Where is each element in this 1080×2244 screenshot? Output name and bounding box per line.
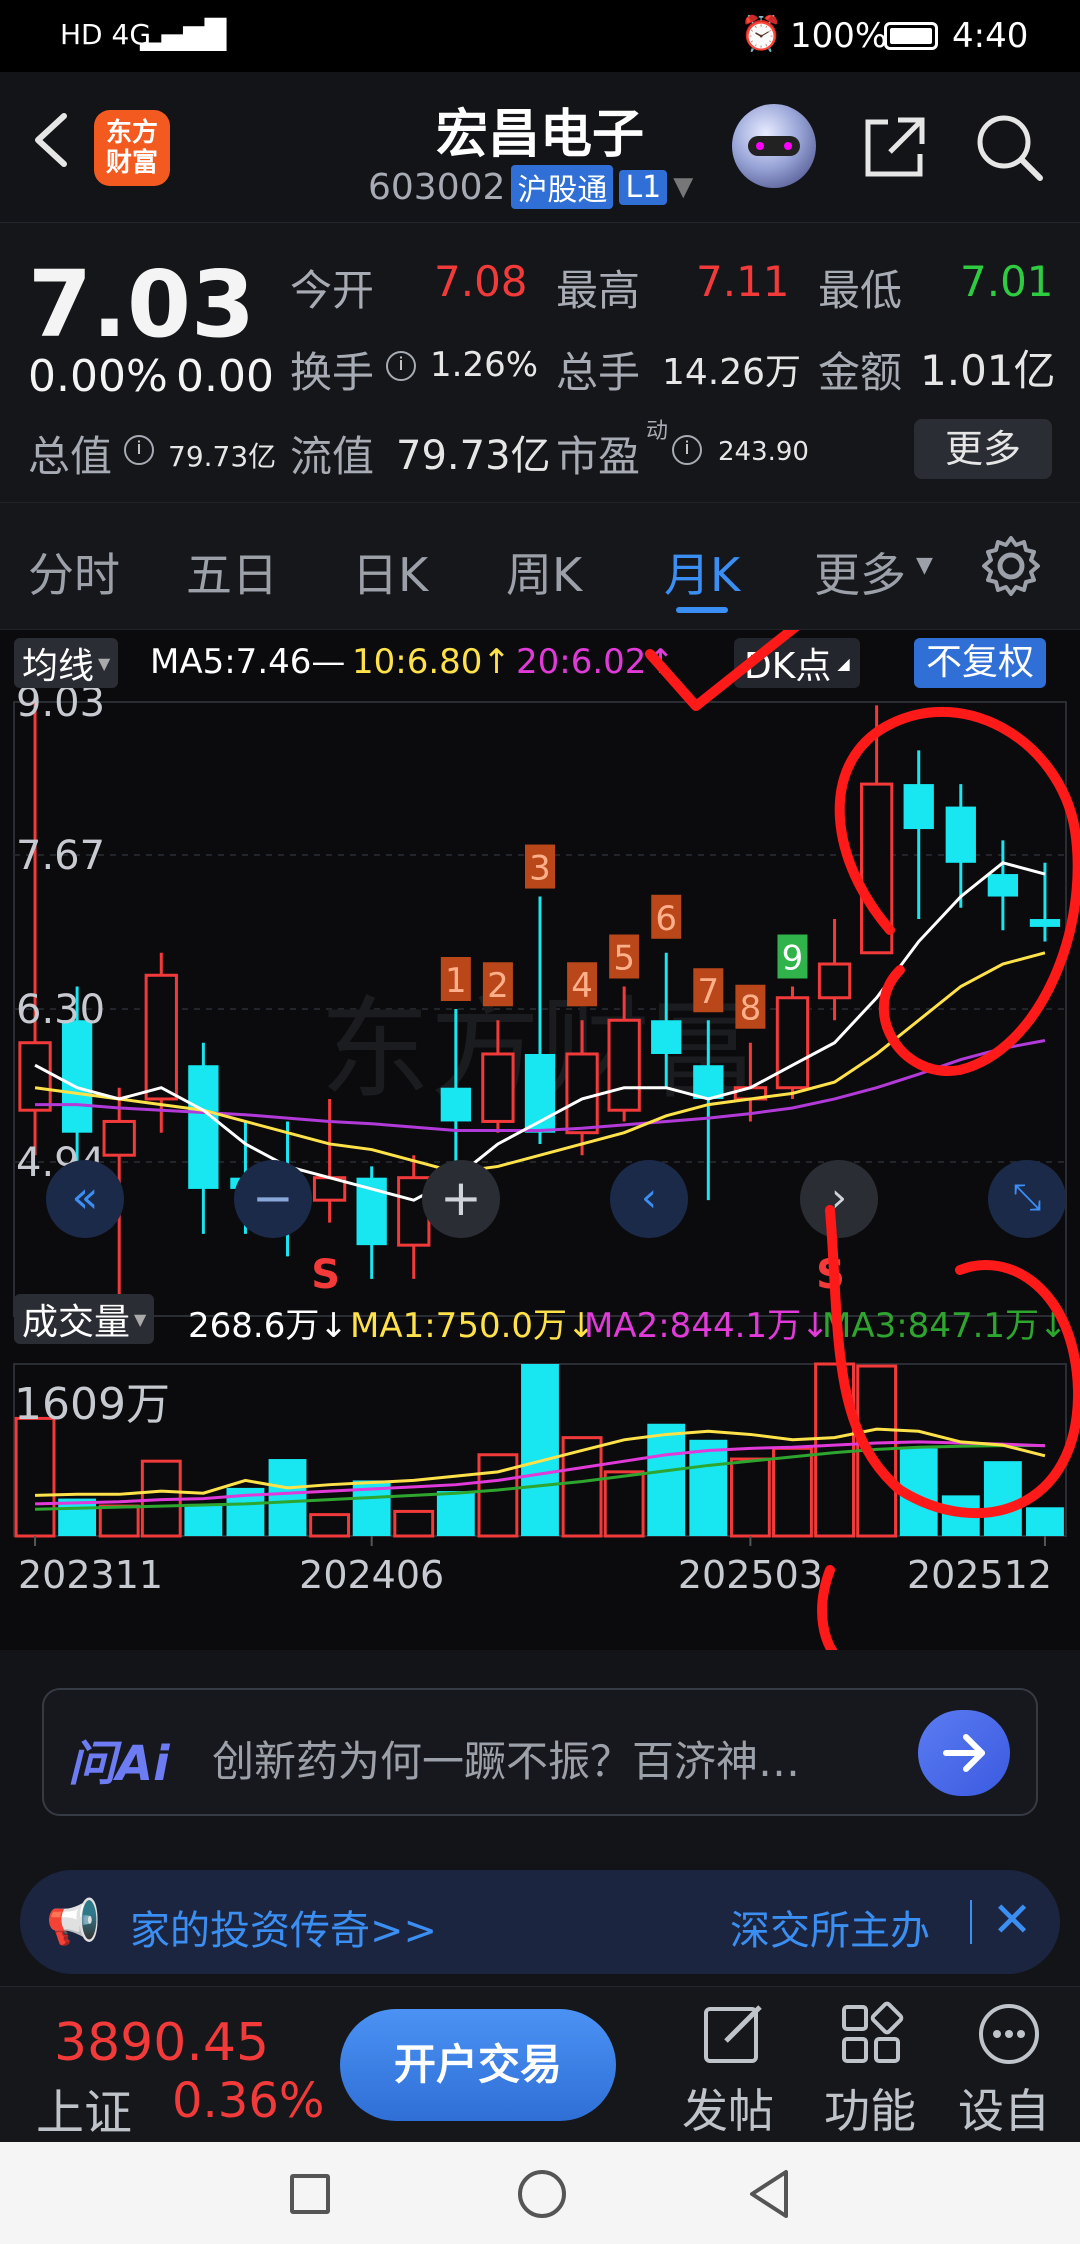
ai-brand-label: 问Ai: [68, 1736, 170, 1792]
triangle-back-icon: [750, 2170, 788, 2218]
post-label: 发帖: [682, 2084, 774, 2138]
active-tab-indicator: [676, 607, 728, 613]
custom-button[interactable]: 设自: [958, 1997, 1068, 2138]
low-label: 最低: [818, 266, 903, 315]
back-nav-button[interactable]: [744, 2166, 794, 2222]
tab-five-day[interactable]: 五日: [186, 539, 278, 605]
info-icon[interactable]: i: [386, 351, 416, 381]
app-header: 东方财富 宏昌电子 603002 沪股通 L1 ▼: [0, 72, 1080, 222]
turnover-label: 换手: [290, 348, 375, 397]
pe-superscript: 动: [646, 419, 669, 444]
tab-daily-k[interactable]: 日K: [352, 539, 428, 605]
stock-subtitle: 603002 沪股通 L1 ▼: [368, 164, 693, 210]
chart-area[interactable]: 均线 ▼ MA5:7.46— 10:6.80↑ 20:6.02↑ DK点 ◢ 不…: [0, 630, 1080, 1650]
clock: 4:40: [952, 16, 1029, 56]
recents-button[interactable]: [290, 2174, 330, 2214]
index-value[interactable]: 3890.45: [54, 2013, 269, 2073]
change-amount: 0.00: [176, 351, 274, 402]
bottom-bar: 3890.45 上证 0.36% 开户交易 发帖 功能 设自: [0, 1986, 1080, 2142]
status-bar: HD 4G ▂▄▆█ ⏰ 100% 4:40: [0, 0, 1080, 72]
volume-label: 总手: [556, 348, 641, 397]
open-label: 今开: [290, 266, 375, 315]
app-logo: 东方财富: [94, 110, 170, 186]
total-cap-value: 79.73亿: [168, 440, 277, 473]
network-indicator: HD 4G: [60, 18, 152, 51]
ticker-divider: [970, 1900, 972, 1944]
chevron-left-icon: [35, 113, 67, 167]
gear-icon: [982, 536, 1040, 596]
function-button[interactable]: 功能: [824, 1997, 924, 2138]
signal-icon: ▂▄▆█: [140, 18, 227, 51]
arrow-right-icon: [943, 1734, 985, 1772]
level-badge: L1: [619, 169, 668, 205]
megaphone-icon: 📢: [46, 1897, 101, 1948]
battery-icon: [884, 22, 938, 50]
ticker-text-right: 深交所主办: [730, 1908, 930, 1954]
info-icon[interactable]: i: [124, 435, 154, 465]
battery-percent: 100%: [790, 16, 888, 56]
checkmark-annotation: [645, 630, 800, 711]
custom-label: 设自: [958, 2084, 1050, 2138]
circle-annotation-volume: [817, 1205, 1080, 1650]
ai-ask-bar[interactable]: 问Ai 创新药为何一蹶不振？百济神…: [42, 1688, 1038, 1816]
share-button[interactable]: [858, 110, 932, 184]
pe-label: 市盈: [556, 432, 641, 481]
trade-button[interactable]: 开户交易: [340, 2009, 616, 2121]
float-cap-label: 流值: [290, 432, 375, 481]
high-value: 7.11: [696, 257, 790, 306]
ai-prompt-text: 创新药为何一蹶不振？百济神…: [212, 1737, 801, 1786]
more-button[interactable]: 更多: [914, 419, 1052, 479]
caret-down-icon[interactable]: ▼: [673, 172, 693, 202]
more-dots-icon: [979, 2004, 1039, 2064]
tab-monthly-k[interactable]: 月K: [664, 539, 740, 605]
low-value: 7.01: [960, 257, 1054, 306]
edit-icon: [704, 2005, 762, 2063]
index-name[interactable]: 上证: [36, 2073, 132, 2143]
total-cap-label: 总值: [28, 432, 113, 481]
volume-value: 14.26万: [662, 352, 802, 393]
robot-avatar[interactable]: [732, 104, 816, 188]
info-icon[interactable]: i: [672, 435, 702, 465]
index-change[interactable]: 0.36%: [172, 2073, 324, 2129]
caret-down-icon: ▼: [916, 553, 933, 578]
tab-weekly-k[interactable]: 周K: [506, 539, 582, 605]
float-cap-value: 79.73亿: [396, 433, 551, 479]
amount-label: 金额: [818, 348, 903, 397]
hand-annotations: [645, 630, 1080, 1650]
ticker-text-left: 家的投资传奇>>: [130, 1908, 438, 1954]
search-icon: [977, 115, 1043, 181]
open-value: 7.08: [434, 257, 528, 306]
function-label: 功能: [824, 2084, 916, 2138]
turnover-value: 1.26%: [430, 345, 539, 385]
system-nav-bar: [0, 2142, 1080, 2244]
share-icon: [865, 117, 925, 177]
post-button[interactable]: 发帖: [682, 1997, 780, 2138]
home-button[interactable]: [518, 2170, 566, 2218]
ai-send-button[interactable]: [918, 1710, 1010, 1796]
amount-value: 1.01亿: [920, 346, 1056, 395]
close-icon[interactable]: ✕: [992, 1892, 1032, 1948]
alarm-icon: ⏰: [740, 14, 783, 54]
settings-button[interactable]: [978, 533, 1044, 599]
current-price: 7.03: [28, 251, 255, 358]
news-ticker[interactable]: 📢 家的投资传奇>> 深交所主办 ✕: [20, 1870, 1060, 1974]
tab-intraday[interactable]: 分时: [28, 539, 120, 605]
connect-badge: 沪股通: [511, 165, 614, 209]
pe-value: 243.90: [718, 437, 809, 467]
tab-more[interactable]: 更多: [814, 539, 906, 605]
app-logo-text: 东方财富: [105, 118, 158, 178]
stock-code: 603002: [368, 166, 506, 208]
stock-title: 宏昌电子: [435, 105, 644, 165]
back-button[interactable]: [26, 110, 76, 170]
grid-icon: [842, 2001, 904, 2063]
period-tabs: 分时 五日 日K 周K 月K 更多 ▼: [0, 502, 1080, 630]
quote-panel: 7.03 0.00% 0.00 总值 i 79.73亿 今开 7.08 最高 7…: [0, 222, 1080, 502]
circle-annotation-price: [834, 707, 1080, 1076]
high-label: 最高: [556, 266, 641, 315]
search-button[interactable]: [972, 110, 1048, 186]
change-percent: 0.00%: [28, 351, 168, 402]
